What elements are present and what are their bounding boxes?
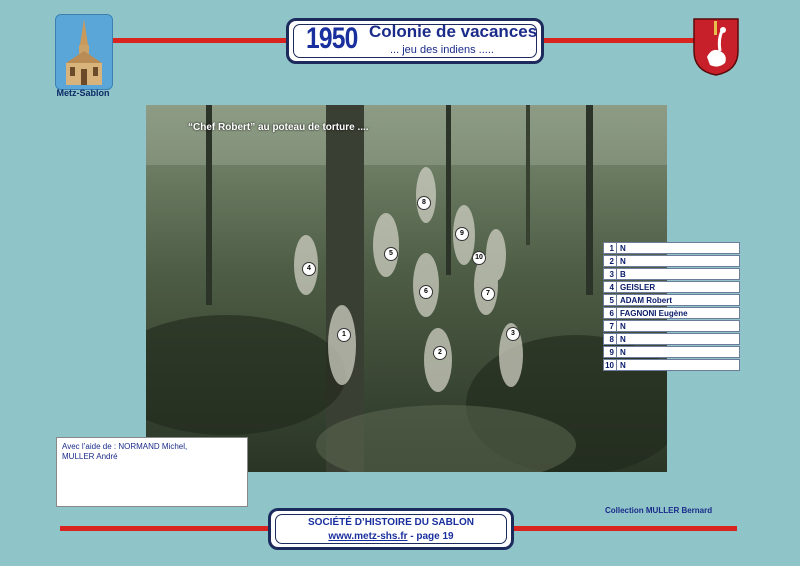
legend-row: 1N	[603, 242, 740, 255]
legend-number: 1	[603, 242, 617, 254]
footer-red-line-right	[512, 526, 737, 531]
legend-number: 9	[603, 346, 617, 358]
page-subtitle: ... jeu des indiens .....	[390, 44, 494, 56]
crest-icon	[693, 18, 739, 76]
legend-name: FAGNONI Eugène	[617, 307, 740, 319]
legend-name: ADAM Robert	[617, 294, 740, 306]
website-link[interactable]: www.metz-shs.fr	[328, 531, 407, 542]
legend-name: B	[617, 268, 740, 280]
legend-name: N	[617, 346, 740, 358]
legend-name: N	[617, 320, 740, 332]
legend-name: N	[617, 242, 740, 254]
header-red-line-left	[110, 38, 288, 43]
legend-row: 8N	[603, 333, 740, 346]
footer-frame	[268, 508, 514, 550]
legend-number: 5	[603, 294, 617, 306]
legend-number: 7	[603, 320, 617, 332]
person-marker-2: 2	[433, 346, 447, 360]
acknowledgements-box: Avec l’aide de : NORMAND Michel, MULLER …	[56, 437, 248, 507]
church-logo	[55, 14, 113, 90]
coat-of-arms	[692, 17, 740, 77]
church-icon	[56, 15, 112, 89]
person-marker-4: 4	[302, 262, 316, 276]
legend-row: 10 N	[603, 359, 740, 372]
person-marker-6: 6	[419, 285, 433, 299]
legend-row: 2N	[603, 255, 740, 268]
photo-forest-scene	[146, 105, 667, 472]
legend-name: N	[617, 359, 740, 371]
person-marker-5: 5	[384, 247, 398, 261]
historic-photo	[146, 105, 667, 472]
legend-number: 8	[603, 333, 617, 345]
footer-red-line-left	[60, 526, 270, 531]
left-logo-caption: Metz-Sablon	[56, 88, 110, 98]
legend-number: 10	[603, 359, 617, 371]
person-marker-10: 10	[472, 251, 486, 265]
page-number: page 19	[416, 531, 454, 542]
person-marker-7: 7	[481, 287, 495, 301]
person-marker-1: 1	[337, 328, 351, 342]
legend-number: 6	[603, 307, 617, 319]
legend-row: 5 ADAM Robert	[603, 294, 740, 307]
footer-url-line: www.metz-shs.fr - page 19	[268, 531, 514, 542]
acknowledgements-line-1: Avec l’aide de : NORMAND Michel,	[62, 442, 188, 451]
legend-name: N	[617, 333, 740, 345]
legend-name: N	[617, 255, 740, 267]
person-marker-8: 8	[417, 196, 431, 210]
legend-row: 9N	[603, 346, 740, 359]
page-title: Colonie de vacances	[369, 22, 538, 41]
legend-name: GEISLER	[617, 281, 740, 293]
legend-row: 4 GEISLER	[603, 281, 740, 294]
header-red-line-right	[542, 38, 694, 43]
title-year: 1950	[306, 22, 358, 55]
legend-number: 2	[603, 255, 617, 267]
collection-credit: Collection MULLER Bernard	[605, 506, 713, 515]
person-marker-3: 3	[506, 327, 520, 341]
person-marker-9: 9	[455, 227, 469, 241]
legend-number: 3	[603, 268, 617, 280]
society-name: SOCIÉTÉ D’HISTOIRE DU SABLON	[308, 517, 474, 528]
legend-row: 7N	[603, 320, 740, 333]
photo-caption: “Chef Robert” au poteau de torture ....	[188, 122, 369, 133]
acknowledgements-line-2: MULLER André	[62, 452, 118, 461]
legend-row: 6 FAGNONI Eugène	[603, 307, 740, 320]
legend-row: 3B	[603, 268, 740, 281]
legend-number: 4	[603, 281, 617, 293]
people-legend: 1N 2N 3B 4 GEISLER 5 ADAM Robert 6 FAGNONI …	[603, 242, 740, 372]
